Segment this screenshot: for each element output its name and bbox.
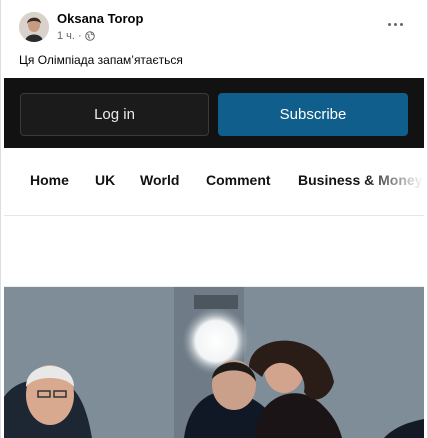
post-header: Oksana Torop 1 ч. · [1,0,427,52]
post-text: Ця Олімпіада запам’ятається [19,53,183,67]
more-horizontal-icon [387,22,391,26]
ad-placeholder [4,217,424,287]
nav-item-uk[interactable]: UK [95,172,115,188]
more-options-button[interactable] [383,14,407,34]
post-meta: 1 ч. · [57,30,95,42]
article-photo [4,287,424,438]
globe-icon [84,31,95,41]
more-dot [393,22,397,26]
post-time[interactable]: 1 ч. [57,30,75,42]
avatar[interactable] [19,12,49,42]
nav-fade [364,148,424,215]
nav-item-home[interactable]: Home [30,172,69,188]
meta-separator: · [77,30,82,42]
login-button[interactable]: Log in [20,93,209,136]
site-nav: Home UK World Comment Business & Money [4,148,424,216]
nav-item-comment[interactable]: Comment [206,172,271,188]
post-card: Oksana Torop 1 ч. · Ця Олімпіада запам’я… [0,0,428,438]
site-topbar: Log in Subscribe [4,78,424,148]
more-dot [399,22,403,26]
author-name[interactable]: Oksana Torop [57,11,143,26]
subscribe-button[interactable]: Subscribe [218,93,408,136]
shared-page-screenshot[interactable]: Log in Subscribe Home UK World Comment B… [4,78,424,438]
nav-item-world[interactable]: World [140,172,179,188]
